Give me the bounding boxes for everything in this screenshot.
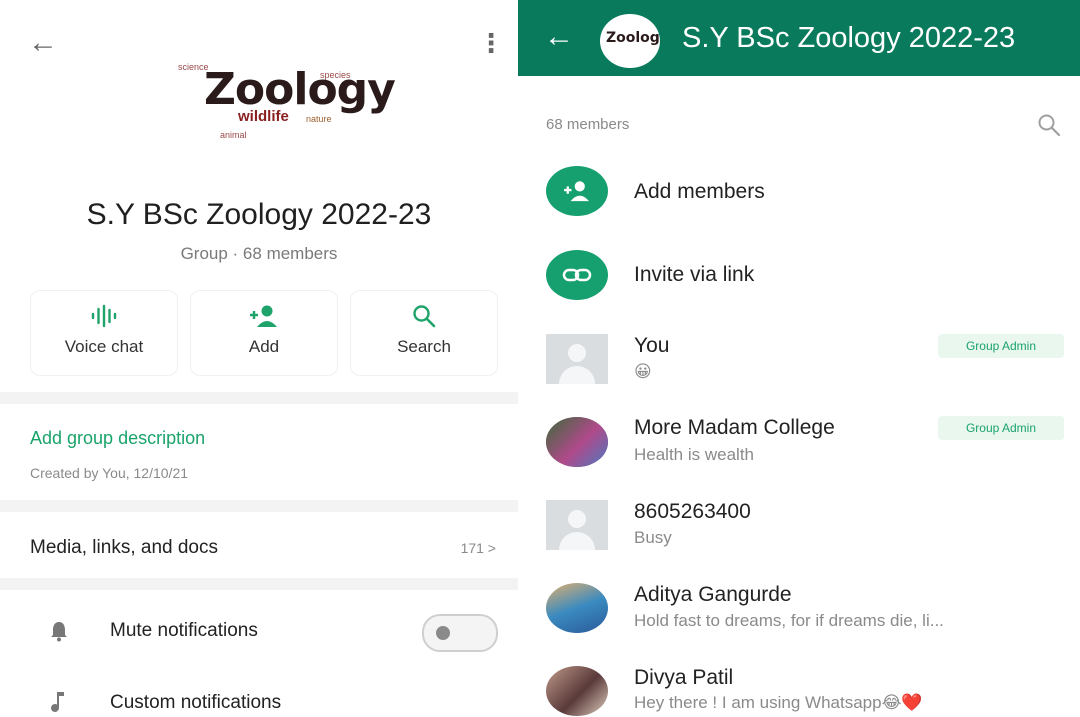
- group-info-screen: ← ⋮ science species Zoology wildlife nat…: [0, 0, 518, 717]
- link-icon[interactable]: [546, 250, 608, 300]
- search-icon: [351, 303, 497, 331]
- group-admin-badge: Group Admin: [938, 416, 1064, 440]
- search-button[interactable]: Search: [350, 290, 498, 376]
- member-status: 😀: [634, 362, 652, 381]
- back-arrow-icon[interactable]: ←: [28, 28, 58, 58]
- voice-chat-button[interactable]: Voice chat: [30, 290, 178, 376]
- section-divider: [0, 500, 518, 512]
- bell-icon: [48, 620, 70, 648]
- member-avatar[interactable]: [546, 500, 608, 550]
- header-title[interactable]: S.Y BSc Zoology 2022-23: [682, 22, 1015, 55]
- group-avatar-text: Zoology: [606, 30, 660, 46]
- member-avatar[interactable]: [546, 334, 608, 384]
- logo-word: animal: [220, 130, 247, 140]
- created-info: Created by You, 12/10/21: [30, 465, 189, 481]
- avatar-photo: [546, 666, 608, 716]
- member-status: Hey there ! I am using Whatsapp😂❤️: [634, 693, 923, 712]
- logo-subtitle: wildlife: [238, 108, 289, 125]
- voice-wave-icon: [31, 303, 177, 331]
- search-label: Search: [397, 337, 451, 356]
- member-status: Health is wealth: [634, 445, 755, 464]
- add-members-icon[interactable]: [546, 166, 608, 216]
- logo-title: Zoology: [204, 64, 396, 115]
- search-icon[interactable]: [1036, 112, 1062, 144]
- member-status: Hold fast to dreams, for if dreams die, …: [634, 611, 944, 630]
- media-count: 171 >: [460, 540, 496, 556]
- more-options-icon[interactable]: ⋮: [478, 30, 504, 56]
- custom-notifications-label[interactable]: Custom notifications: [110, 692, 281, 714]
- add-description-link[interactable]: Add group description: [30, 428, 205, 449]
- app-header: ← Zoology S.Y BSc Zoology 2022-23: [518, 0, 1080, 76]
- music-note-icon: [48, 690, 66, 717]
- members-count: 68 members: [546, 116, 630, 133]
- member-name[interactable]: Divya Patil: [634, 666, 733, 690]
- group-avatar[interactable]: Zoology: [600, 14, 660, 68]
- back-arrow-icon[interactable]: ←: [544, 22, 574, 52]
- invite-via-link-label[interactable]: Invite via link: [634, 263, 754, 287]
- add-label: Add: [248, 337, 280, 356]
- toggle-knob: [436, 626, 450, 640]
- member-avatar[interactable]: [546, 417, 608, 467]
- add-button[interactable]: Add: [190, 290, 338, 376]
- avatar-photo: [546, 583, 608, 633]
- group-meta: Group · 68 members: [180, 244, 338, 263]
- member-avatar[interactable]: [546, 583, 608, 633]
- avatar-body: [559, 366, 595, 384]
- section-divider: [0, 578, 518, 590]
- member-status: Busy: [634, 528, 672, 547]
- add-person-icon: [191, 303, 337, 331]
- logo-word: nature: [306, 114, 332, 124]
- mute-toggle[interactable]: [422, 614, 498, 652]
- media-links-docs-row[interactable]: Media, links, and docs: [30, 537, 218, 559]
- voice-chat-label: Voice chat: [64, 337, 144, 356]
- member-avatar[interactable]: [546, 666, 608, 716]
- add-members-label[interactable]: Add members: [634, 180, 765, 204]
- avatar-head: [568, 344, 586, 362]
- group-logo[interactable]: science species Zoology wildlife nature …: [170, 52, 396, 152]
- mute-notifications-label: Mute notifications: [110, 620, 258, 641]
- avatar-photo: [546, 417, 608, 467]
- avatar-head: [568, 510, 586, 528]
- section-divider: [0, 392, 518, 404]
- group-admin-badge: Group Admin: [938, 334, 1064, 358]
- member-name[interactable]: Aditya Gangurde: [634, 583, 792, 607]
- member-name[interactable]: More Madam College: [634, 416, 835, 440]
- member-name[interactable]: 8605263400: [634, 500, 751, 524]
- member-name[interactable]: You: [634, 334, 669, 358]
- group-name: S.Y BSc Zoology 2022-23: [86, 198, 432, 231]
- group-members-screen: ← Zoology S.Y BSc Zoology 2022-23 68 mem…: [518, 0, 1080, 717]
- avatar-body: [559, 532, 595, 550]
